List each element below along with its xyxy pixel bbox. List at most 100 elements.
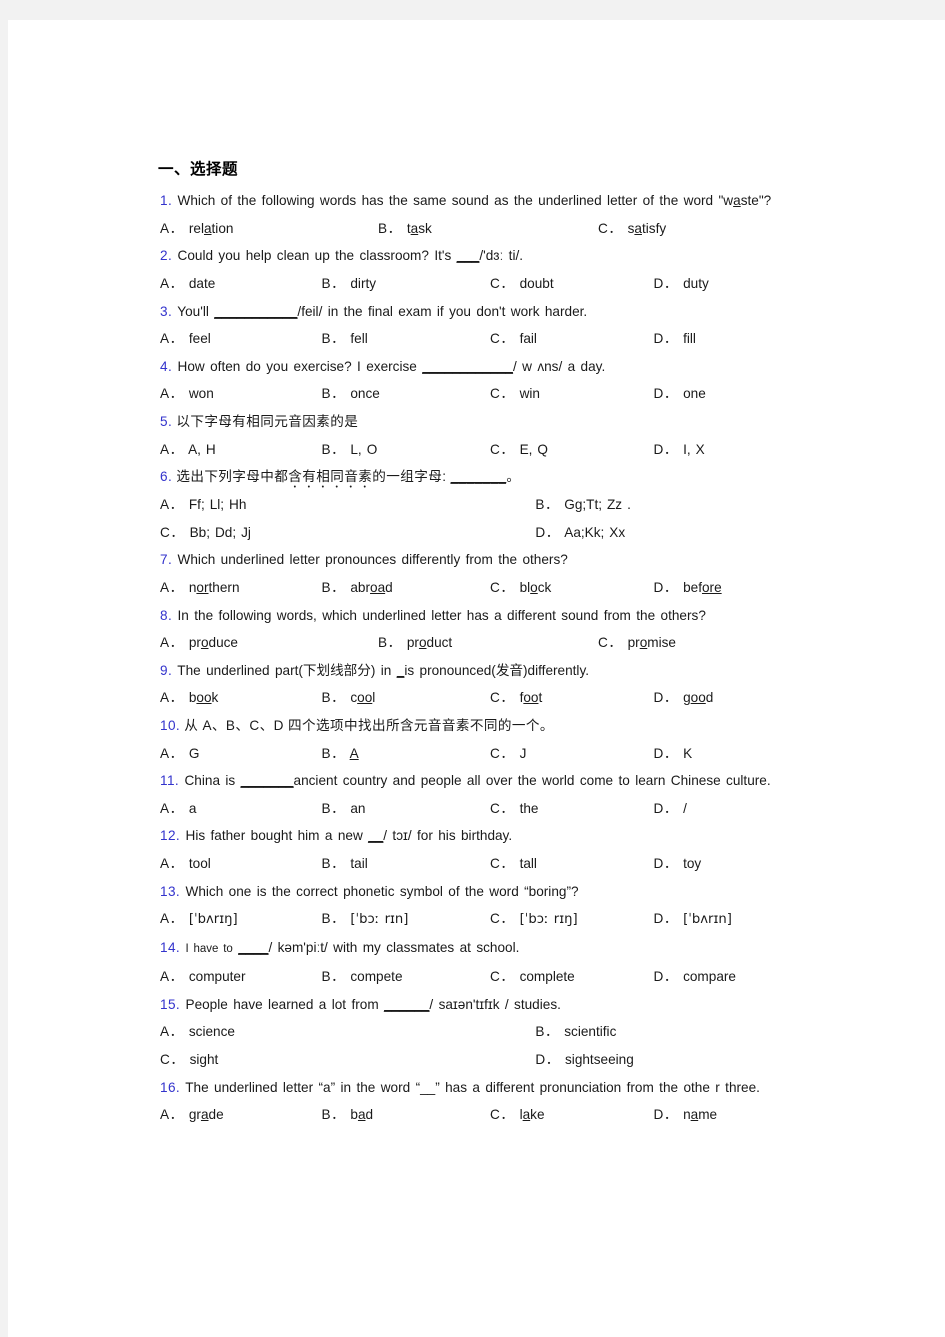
option[interactable]: C． [ˈbɔː rɪŋ] [490, 905, 654, 934]
question: 5. 以下字母有相同元音因素的是 A． A, H B． L, O C． E, Q D． … [152, 408, 812, 463]
option-text: Bb; Dd; Jj [189, 524, 251, 540]
option-row: A． won B． once C． win D． one [152, 380, 812, 408]
question-stem: 7. Which underlined letter pronounces di… [152, 546, 812, 574]
option[interactable]: A． a [160, 795, 322, 823]
option[interactable]: D． sightseeing [535, 1046, 812, 1074]
option-text: L, O [350, 441, 378, 457]
option[interactable]: A． produce [160, 629, 378, 657]
option[interactable]: B． Gg;Tt; Zz . [535, 491, 812, 519]
option[interactable]: A． book [160, 684, 322, 712]
option[interactable]: D． compare [653, 963, 812, 991]
option[interactable]: A． computer [160, 963, 322, 991]
option[interactable]: B． task [378, 215, 598, 243]
option[interactable]: C． doubt [490, 270, 654, 298]
option[interactable]: B． bad [322, 1101, 490, 1129]
option[interactable]: C． foot [490, 684, 654, 712]
option-text: G [188, 745, 200, 761]
option[interactable]: C． win [490, 380, 654, 408]
option[interactable]: B． L, O [322, 436, 490, 464]
option-label: C． [489, 800, 515, 816]
question-stem-text-post: is pronounced(发音)differently. [404, 662, 590, 678]
option-label: C． [160, 524, 185, 540]
question: 4. How often do you exercise? I exercise… [152, 353, 812, 408]
option-underlined-letters: a [203, 220, 212, 236]
option-text: bef [683, 579, 702, 595]
question-stem: 15. People have learned a lot from _____… [152, 991, 812, 1019]
option[interactable]: B． abroad [322, 574, 490, 602]
document-page: 一、选择题 1. Which of the following words ha… [8, 20, 945, 1337]
option[interactable]: A． tool [160, 850, 322, 878]
option[interactable]: B． compete [322, 963, 490, 991]
option-label: C． [489, 969, 515, 985]
option[interactable]: C． fail [490, 325, 654, 353]
option[interactable]: C． E, Q [490, 436, 654, 464]
option[interactable]: C． the [490, 795, 654, 823]
option[interactable]: C． tall [490, 850, 654, 878]
option[interactable]: A． science [160, 1018, 535, 1046]
option[interactable]: B． A [322, 740, 490, 768]
option[interactable]: A． grade [160, 1101, 322, 1129]
option-underlined-letters: oo [196, 690, 212, 706]
option[interactable]: C． J [490, 740, 654, 768]
question-stem-text-post: / w ʌns/ a day. [512, 358, 606, 374]
option[interactable]: A． A, H [160, 436, 322, 464]
option-text: [ˈbʌrɪn] [683, 912, 732, 928]
option[interactable]: C． complete [490, 963, 654, 991]
option-text: sight [189, 1052, 219, 1068]
option[interactable]: D． name [653, 1101, 812, 1129]
option-underlined-letters: oo [357, 690, 373, 706]
option-underlined-letters: a [200, 1107, 209, 1123]
option[interactable]: B． scientific [535, 1018, 812, 1046]
option[interactable]: C． satisfy [598, 215, 798, 243]
option[interactable]: D． one [653, 380, 812, 408]
option[interactable]: D． toy [653, 850, 812, 878]
option-label: A． [160, 276, 184, 292]
option-text: won [188, 386, 214, 402]
question: 15. People have learned a lot from _____… [152, 991, 812, 1074]
answer-blank: ____ [238, 939, 269, 955]
option[interactable]: A． [ˈbʌrɪŋ] [160, 905, 322, 934]
question-stem-text: 选出下列字母中都 [176, 469, 289, 485]
option-row: A． produce B． product C． promise [152, 629, 812, 657]
option[interactable]: B． an [322, 795, 490, 823]
option[interactable]: A． date [160, 270, 322, 298]
option[interactable]: A． feel [160, 325, 322, 353]
option[interactable]: A． Ff; Ll; Hh [160, 491, 535, 519]
option[interactable]: C． lake [490, 1101, 654, 1129]
option[interactable]: D． Aa;Kk; Xx [535, 519, 812, 547]
option[interactable]: D． fill [653, 325, 812, 353]
option[interactable]: C． sight [160, 1046, 535, 1074]
option[interactable]: B． fell [322, 325, 490, 353]
option-label: C． [489, 579, 515, 595]
option[interactable]: B． dirty [322, 270, 490, 298]
option[interactable]: A． won [160, 380, 322, 408]
option-label: B． [321, 579, 346, 595]
question-stem: 8. In the following words, which underli… [152, 602, 812, 630]
option[interactable]: B． once [322, 380, 490, 408]
option-text: A, H [188, 441, 216, 457]
option[interactable]: A． G [160, 740, 322, 768]
option[interactable]: C． block [490, 574, 654, 602]
option[interactable]: D． K [653, 740, 812, 768]
option[interactable]: C． promise [598, 629, 798, 657]
option[interactable]: B． [ˈbɔː rɪn] [322, 905, 490, 934]
question: 16. The underlined letter “a” in the wor… [152, 1074, 812, 1129]
option-text-post: tisfy [641, 220, 667, 236]
option[interactable]: B． tail [322, 850, 490, 878]
option-text: science [188, 1024, 235, 1040]
option-label: A． [160, 331, 184, 347]
option[interactable]: B． product [378, 629, 598, 657]
option[interactable]: B． cool [322, 684, 490, 712]
option[interactable]: D． duty [653, 270, 812, 298]
option[interactable]: A． northern [160, 574, 322, 602]
option[interactable]: D． I, X [653, 436, 812, 464]
option[interactable]: D． / [653, 795, 812, 823]
option[interactable]: D． good [653, 684, 812, 712]
option[interactable]: C． Bb; Dd; Jj [160, 519, 535, 547]
option-label: C． [489, 855, 515, 871]
question: 10. 从 A、B、C、D 四个选项中找出所含元音音素不同的一个。 A． G B． … [152, 712, 812, 767]
option[interactable]: D． before [653, 574, 812, 602]
option[interactable]: A． relation [160, 215, 378, 243]
option[interactable]: D． [ˈbʌrɪn] [653, 905, 812, 934]
question: 7. Which underlined letter pronounces di… [152, 546, 812, 601]
